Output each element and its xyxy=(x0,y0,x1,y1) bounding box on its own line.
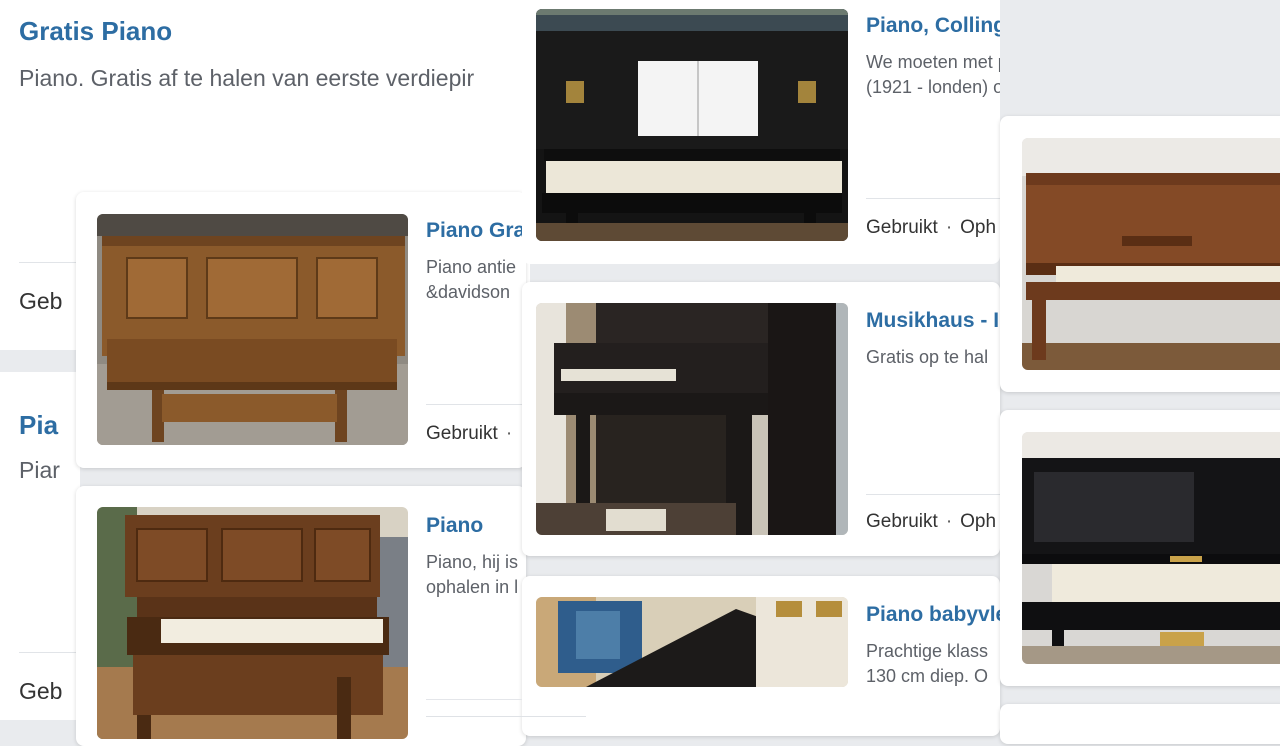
listing-title[interactable]: Musikhaus - I xyxy=(866,309,999,333)
listing-desc-line: &davidson xyxy=(426,282,511,302)
listing-desc-line: Prachtige klass xyxy=(866,641,989,661)
condition-label: Gebruikt xyxy=(426,423,498,444)
pickup-label: Oph xyxy=(960,217,997,238)
listing-title[interactable]: Piano, Colling Wood - 1921 - Londen xyxy=(866,14,1000,38)
listing-desc-line: We moeten met pijn in ons hart onze mooi… xyxy=(866,52,1000,72)
divider xyxy=(426,404,526,405)
pickup-label: Oph xyxy=(960,511,997,532)
listing-title[interactable]: Piano babyvle xyxy=(866,603,1000,627)
listing-meta: Gebruikt · Oph xyxy=(866,511,997,532)
listing-card[interactable]: Piano babyvle Prachtige klass 130 cm die… xyxy=(522,576,1000,736)
condition-label: Gebruikt xyxy=(866,217,938,238)
listing-card[interactable] xyxy=(1000,704,1280,744)
listing-photo[interactable] xyxy=(1022,138,1280,370)
listing-card[interactable]: Piano Piano, hij is ophalen in l xyxy=(76,486,526,746)
listing-desc-line: Piano antie xyxy=(426,257,517,277)
listing-condition: Geb xyxy=(19,678,63,704)
listing-card[interactable] xyxy=(1000,410,1280,686)
listing-desc-line: 130 cm diep. O xyxy=(866,666,989,686)
listing-photo[interactable] xyxy=(536,9,848,241)
listing-title[interactable]: Piano Gra xyxy=(426,219,525,243)
divider xyxy=(866,198,1000,199)
background-listing-panel-2: Pia Piar Geb xyxy=(0,372,80,720)
listing-title[interactable]: Gratis Piano xyxy=(19,16,172,47)
listing-photo[interactable] xyxy=(1022,432,1280,664)
listing-card[interactable]: Piano, Colling Wood - 1921 - Londen We m… xyxy=(522,0,1000,264)
listing-title[interactable]: Pia xyxy=(19,410,58,441)
listing-desc-line: (1921 - londen) oude piano verkopen. Vee… xyxy=(866,77,1000,97)
listing-photo[interactable] xyxy=(97,507,408,739)
divider xyxy=(426,716,586,717)
divider xyxy=(19,652,80,653)
listing-card[interactable] xyxy=(1000,116,1280,392)
listing-description: Piano. Gratis af te halen van eerste ver… xyxy=(19,65,475,91)
divider xyxy=(866,494,1000,495)
condition-label: Gebruikt xyxy=(866,511,938,532)
listing-condition: Gebruikt · xyxy=(426,423,513,444)
listing-meta: Gebruikt · Oph xyxy=(866,217,997,238)
listing-desc-line: ophalen in l xyxy=(426,577,519,597)
listing-title[interactable]: Piano xyxy=(426,514,483,538)
divider xyxy=(426,699,522,700)
listing-desc-line: Gratis op te hal xyxy=(866,347,989,367)
listing-desc-line: Piano, hij is xyxy=(426,552,519,572)
listing-condition: Geb xyxy=(19,288,63,314)
listing-photo[interactable] xyxy=(97,214,408,445)
listing-card[interactable]: Musikhaus - I Gratis op te hal Gebruikt ·… xyxy=(522,282,1000,556)
listing-photo[interactable] xyxy=(536,303,848,535)
listing-description: Piar xyxy=(19,457,60,483)
listing-photo[interactable] xyxy=(536,597,848,687)
listing-card[interactable]: Piano Gra Piano antie &davidson Gebruikt… xyxy=(76,192,526,468)
